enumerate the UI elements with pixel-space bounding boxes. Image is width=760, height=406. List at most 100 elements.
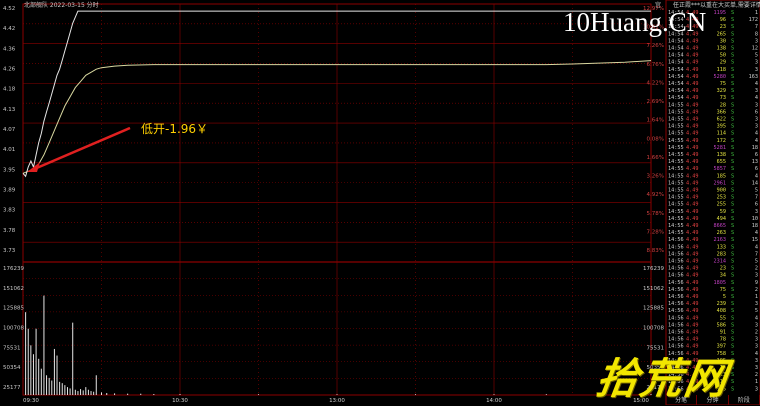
volume-tick-label-left: 100708 bbox=[3, 326, 24, 332]
tick-time: 14:56 bbox=[668, 266, 684, 272]
price-tick-label: 4.36 bbox=[3, 46, 16, 52]
tick-time: 14:55 bbox=[668, 117, 684, 123]
tab-ticks[interactable]: 分笔 bbox=[666, 395, 698, 405]
tick-side: S bbox=[731, 131, 734, 137]
tick-price: 4.49 bbox=[686, 216, 699, 222]
tick-time: 14:55 bbox=[668, 230, 684, 236]
tick-row: 14:55 4.49 622 S 3 bbox=[668, 117, 758, 123]
tick-side: S bbox=[731, 46, 734, 52]
volume-tick-label-right: 151062 bbox=[643, 286, 664, 292]
tick-price: 4.49 bbox=[686, 251, 699, 257]
tick-volume: 172 bbox=[717, 138, 726, 144]
tick-side: S bbox=[731, 188, 734, 194]
percent-tick-label: 1.66% bbox=[647, 155, 664, 161]
tick-volume: 900 bbox=[717, 188, 726, 194]
tick-count: 7 bbox=[755, 195, 758, 201]
tick-count: 2 bbox=[755, 266, 758, 272]
tick-time: 14:55 bbox=[668, 216, 684, 222]
tick-side: S bbox=[731, 308, 734, 314]
tick-side: S bbox=[731, 322, 734, 328]
tick-row: 14:55 4.49 5281 S 18 bbox=[668, 145, 758, 151]
tick-volume: 50 bbox=[720, 53, 726, 59]
tick-price: 4.49 bbox=[686, 230, 699, 236]
tick-count: 7 bbox=[755, 24, 758, 30]
tick-time: 14:55 bbox=[668, 166, 684, 172]
tick-count: 7 bbox=[755, 251, 758, 257]
tick-row: 14:56 4.49 23 S 2 bbox=[668, 266, 758, 272]
price-tick-label: 4.18 bbox=[3, 87, 16, 93]
axis-labels: 4.52 4.42 4.36 4.26 4.18 4.13 4.07 4.01 3.95 3.89… bbox=[3, 6, 664, 404]
tick-volume: 408 bbox=[717, 308, 726, 314]
tick-side: S bbox=[731, 81, 734, 87]
tick-time: 14:54 bbox=[668, 95, 684, 101]
tick-side: S bbox=[731, 280, 734, 286]
percent-tick-label: 1.64% bbox=[647, 118, 664, 124]
tick-volume: 118 bbox=[717, 67, 726, 73]
tick-side: S bbox=[731, 159, 734, 165]
volume-tick-label-left: 176239 bbox=[3, 266, 24, 272]
tab-minutes[interactable]: 分钟 bbox=[697, 395, 729, 405]
tab-stage[interactable]: 阶段 bbox=[729, 395, 760, 405]
tick-time: 14:54 bbox=[668, 67, 684, 73]
tick-row: 14:55 4.49 28 S 3 bbox=[668, 102, 758, 108]
tick-row: 14:55 4.49 172 S 4 bbox=[668, 138, 758, 144]
tick-volume: 1805 bbox=[714, 280, 727, 286]
tick-price: 4.49 bbox=[686, 294, 699, 300]
tick-side: S bbox=[731, 365, 734, 371]
tick-row: 14:56 4.49 55 S 4 bbox=[668, 315, 758, 321]
tick-volume: 263 bbox=[717, 230, 726, 236]
tick-count: 3 bbox=[755, 117, 758, 123]
tick-count: 4 bbox=[755, 131, 758, 137]
tick-count: 3 bbox=[755, 209, 758, 215]
tick-volume: 494 bbox=[717, 216, 726, 222]
tick-volume: 30 bbox=[720, 38, 726, 44]
tick-volume: 28 bbox=[720, 102, 726, 108]
tick-side: S bbox=[731, 10, 734, 16]
tick-price: 4.49 bbox=[686, 67, 699, 73]
tick-row: 14:56 4.49 2314 S 5 bbox=[668, 259, 758, 265]
tick-price: 4.49 bbox=[686, 308, 699, 314]
tick-row: 14:54 4.49 30 S 3 bbox=[668, 38, 758, 44]
tick-row: 14:54 4.49 50 S 5 bbox=[668, 53, 758, 59]
tick-row: 14:56 4.49 133 S 4 bbox=[668, 244, 758, 250]
tick-price: 4.49 bbox=[686, 287, 699, 293]
tick-time: 14:56 bbox=[668, 259, 684, 265]
tick-volume: 586 bbox=[717, 322, 726, 328]
tick-count: 3 bbox=[755, 358, 758, 364]
tick-volume: 655 bbox=[717, 159, 726, 165]
tick-side: S bbox=[731, 337, 734, 343]
tick-time: 14:56 bbox=[668, 322, 684, 328]
tick-side: S bbox=[731, 102, 734, 108]
tick-side: S bbox=[731, 53, 734, 59]
tick-volume: 5281 bbox=[714, 145, 727, 151]
tick-volume: 138 bbox=[717, 152, 726, 158]
tick-side: S bbox=[731, 223, 734, 229]
price-tick-label: 4.13 bbox=[3, 107, 16, 113]
tick-side: S bbox=[731, 259, 734, 265]
tick-count: 18 bbox=[752, 223, 758, 229]
tick-price: 4.49 bbox=[686, 202, 699, 208]
tick-price: 4.49 bbox=[686, 266, 699, 272]
tick-row: 14:55 4.49 253 S 7 bbox=[668, 195, 758, 201]
tick-row: 14:56 4.49 5 S 1 bbox=[668, 294, 758, 300]
tick-side: S bbox=[731, 202, 734, 208]
tick-count: 2 bbox=[755, 330, 758, 336]
tick-count: 5 bbox=[755, 308, 758, 314]
tick-time: 14:56 bbox=[668, 273, 684, 279]
tick-side: S bbox=[731, 195, 734, 201]
tick-time: 14:56 bbox=[668, 237, 684, 243]
tick-time: 14:55 bbox=[668, 223, 684, 229]
volume-tick-label-left: 25177 bbox=[3, 385, 21, 391]
tick-side: S bbox=[731, 166, 734, 172]
tick-row: 14:55 4.49 59 S 3 bbox=[668, 209, 758, 215]
price-tick-label: 3.95 bbox=[3, 167, 16, 173]
tick-time: 14:56 bbox=[668, 330, 684, 336]
tick-side: S bbox=[731, 287, 734, 293]
tick-volume: 185 bbox=[717, 173, 726, 179]
tick-price: 4.49 bbox=[686, 173, 699, 179]
tick-row: 14:56 4.49 586 S 3 bbox=[668, 322, 758, 328]
tick-count: 4 bbox=[755, 95, 758, 101]
tick-time: 14:55 bbox=[668, 180, 684, 186]
tick-time: 14:54 bbox=[668, 46, 684, 52]
tick-price: 4.49 bbox=[686, 280, 699, 286]
